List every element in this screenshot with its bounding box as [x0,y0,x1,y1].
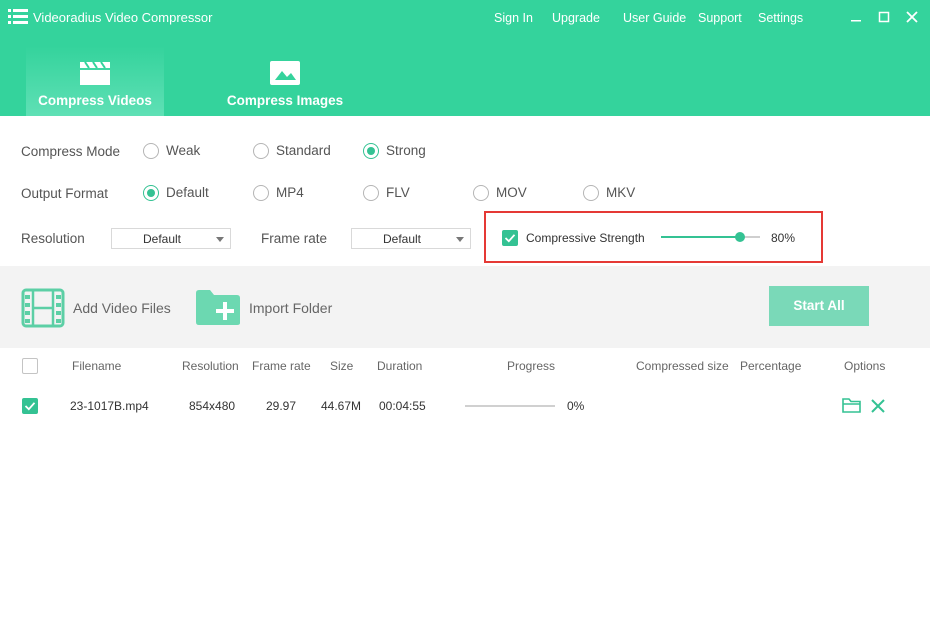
strength-value: 80% [771,231,796,245]
start-all-button[interactable]: Start All [769,286,869,326]
import-folder-button[interactable]: Import Folder [195,288,345,328]
radio-mode-weak[interactable] [143,143,159,159]
maximize-icon[interactable] [876,9,892,25]
col-resolution: Resolution [182,359,239,373]
select-all-checkbox[interactable] [22,358,38,374]
col-options: Options [844,359,886,373]
col-frame-rate: Frame rate [252,359,311,373]
resolution-label: Resolution [21,231,85,246]
add-video-files-button[interactable]: Add Video Files [21,288,171,328]
row-filename: 23-1017B.mp4 [70,399,149,413]
strength-label: Compressive Strength [526,231,645,245]
radio-format-mp4-label: MP4 [276,185,304,200]
radio-mode-strong[interactable] [363,143,379,159]
frame-rate-select[interactable]: Default [351,228,471,249]
row-size: 44.67M [321,399,362,413]
tab-compress-videos[interactable]: Compress Videos [26,46,164,116]
file-toolbar: Add Video Files Import Folder Start All [0,266,930,348]
output-format-label: Output Format [21,186,109,201]
radio-format-flv[interactable] [363,185,379,201]
compress-mode-label: Compress Mode [21,144,121,159]
sign-in-link[interactable]: Sign In [494,11,533,25]
radio-mode-standard[interactable] [253,143,269,159]
strength-slider[interactable] [661,232,760,242]
row-duration: 00:04:55 [379,399,426,413]
chevron-down-icon [216,237,224,242]
col-progress: Progress [507,359,556,373]
settings-link[interactable]: Settings [758,11,803,25]
row-resolution: 854x480 [189,399,236,413]
radio-format-mov[interactable] [473,185,489,201]
frame-rate-label: Frame rate [261,231,328,246]
open-folder-icon[interactable] [842,397,861,413]
upgrade-link[interactable]: Upgrade [552,11,600,25]
row-progress-bar [465,405,555,407]
remove-icon[interactable] [871,399,885,413]
tab-label: Compress Videos [38,93,152,108]
resolution-select[interactable]: Default [111,228,231,249]
radio-format-default-label: Default [166,185,209,200]
radio-format-default[interactable] [143,185,159,201]
radio-format-mp4[interactable] [253,185,269,201]
col-size: Size [330,359,354,373]
minimize-icon[interactable] [848,9,864,25]
tab-compress-images[interactable]: Compress Images [216,46,354,116]
app-title: Videoradius Video Compressor [33,10,213,25]
frame-rate-value: Default [382,232,422,246]
close-icon[interactable] [904,9,920,25]
col-percentage: Percentage [740,359,802,373]
strength-slider-fill [661,236,741,238]
col-filename: Filename [72,359,122,373]
check-icon [504,234,516,243]
row-checkbox[interactable] [22,398,38,414]
image-icon [270,61,300,85]
tab-label: Compress Images [226,93,344,108]
col-compressed-size: Compressed size [636,359,729,373]
chevron-down-icon [456,237,464,242]
clapperboard-icon [80,61,110,85]
radio-mode-standard-label: Standard [276,143,331,158]
check-icon [24,402,36,411]
radio-format-mkv-label: MKV [606,185,636,200]
app-header: Videoradius Video Compressor Sign In Upg… [0,0,930,116]
folder-plus-icon [196,290,240,325]
col-duration: Duration [377,359,423,373]
row-progress-text: 0% [567,399,585,413]
radio-mode-weak-label: Weak [166,143,201,158]
import-folder-label: Import Folder [249,300,333,316]
film-icon [21,288,65,328]
strength-checkbox[interactable] [502,230,518,246]
resolution-value: Default [142,232,182,246]
add-video-files-label: Add Video Files [73,300,171,316]
radio-format-mov-label: MOV [496,185,527,200]
support-link[interactable]: Support [698,11,742,25]
radio-mode-strong-label: Strong [386,143,426,158]
app-logo-icon [8,9,28,24]
user-guide-link[interactable]: User Guide [623,11,686,25]
radio-format-mkv[interactable] [583,185,599,201]
row-frame-rate: 29.97 [266,399,297,413]
radio-format-flv-label: FLV [386,185,410,200]
